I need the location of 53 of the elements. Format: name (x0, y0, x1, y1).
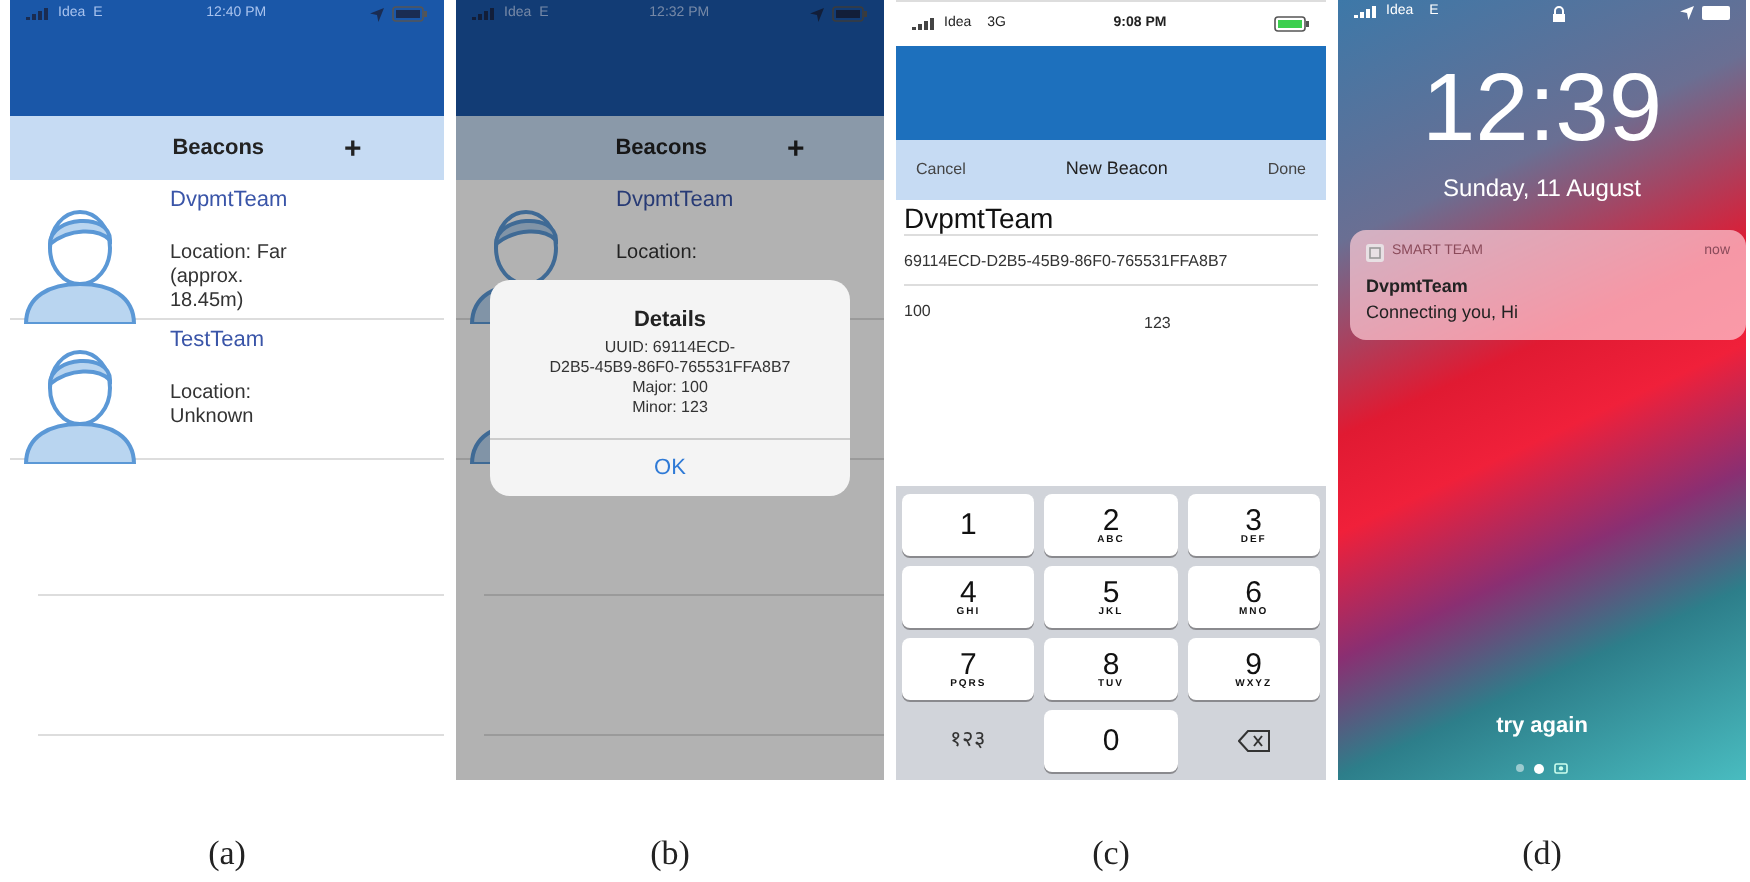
beacon-name: TestTeam (170, 326, 267, 356)
signal-icon (472, 7, 496, 21)
signal-icon (912, 17, 936, 31)
beacon-name: DvpmtTeam (170, 186, 290, 216)
uuid-field[interactable]: 69114ECD-D2B5-45B9-86F0-765531FFA8B7 (904, 236, 1318, 286)
numeral-mode-key[interactable]: १२३ (902, 710, 1035, 772)
person-avatar-icon (18, 344, 142, 464)
figure-caption: (d) (1522, 832, 1562, 876)
beacon-location: Location: Far (approx. 18.45m) (170, 241, 289, 313)
battery-icon (391, 6, 428, 22)
nav-title: Beacons (615, 133, 708, 164)
name-field[interactable]: DvpmtTeam (904, 200, 1318, 236)
camera-icon (1554, 762, 1568, 774)
keypad-key[interactable]: 1 (902, 494, 1035, 556)
beacon-row[interactable]: TestTeam Location: Unknown (10, 320, 444, 460)
nav-title: New Beacon (1065, 156, 1168, 183)
app-icon (1366, 243, 1384, 262)
notification-body: Connecting you, Hi (1366, 300, 1521, 326)
date-text: Sunday, 11 August (1443, 172, 1641, 206)
lock-icon (1552, 5, 1567, 21)
cancel-button[interactable]: Cancel (916, 158, 966, 182)
notification-title: DvpmtTeam (1366, 273, 1470, 300)
signal-icon (1354, 6, 1378, 20)
backspace-icon (1237, 730, 1270, 752)
alert-text: Major: 100 (632, 377, 708, 397)
location-arrow-icon (1679, 6, 1694, 20)
nav-title: Beacons (172, 133, 265, 164)
ok-button[interactable]: OK (490, 437, 850, 496)
beacon-location: Location: Unknown (170, 381, 256, 429)
beacon-location: Location: (616, 241, 700, 265)
alert-text: Minor: 123 (632, 397, 708, 417)
alert-text: D2B5-45B9-86F0-765531FFA8B7 (549, 357, 791, 377)
battery-icon (1701, 6, 1730, 20)
figure-caption: (a) (208, 832, 246, 876)
clock-time: 12:39 (1421, 62, 1663, 158)
add-button[interactable]: + (787, 133, 805, 163)
add-button[interactable]: + (344, 133, 362, 163)
figure-caption: (c) (1092, 832, 1130, 876)
unlock-hint: try again (1496, 711, 1588, 741)
signal-icon (26, 7, 50, 21)
battery-icon (1274, 16, 1310, 32)
battery-icon (831, 6, 868, 22)
person-avatar-icon (18, 204, 142, 324)
location-arrow-icon (369, 7, 384, 21)
keypad-key[interactable]: 0 (1044, 710, 1178, 772)
beacon-row[interactable]: DvpmtTeam Location: Far (approx. 18.45m) (10, 180, 444, 320)
done-button[interactable]: Done (1267, 158, 1306, 182)
location-arrow-icon (809, 7, 824, 21)
alert-text: UUID: 69114ECD- (604, 337, 736, 357)
beacon-name: DvpmtTeam (616, 186, 736, 216)
minor-field[interactable]: 123 (1144, 286, 1171, 486)
figure-caption: (b) (650, 832, 690, 876)
major-field[interactable]: 100 (904, 286, 1144, 486)
